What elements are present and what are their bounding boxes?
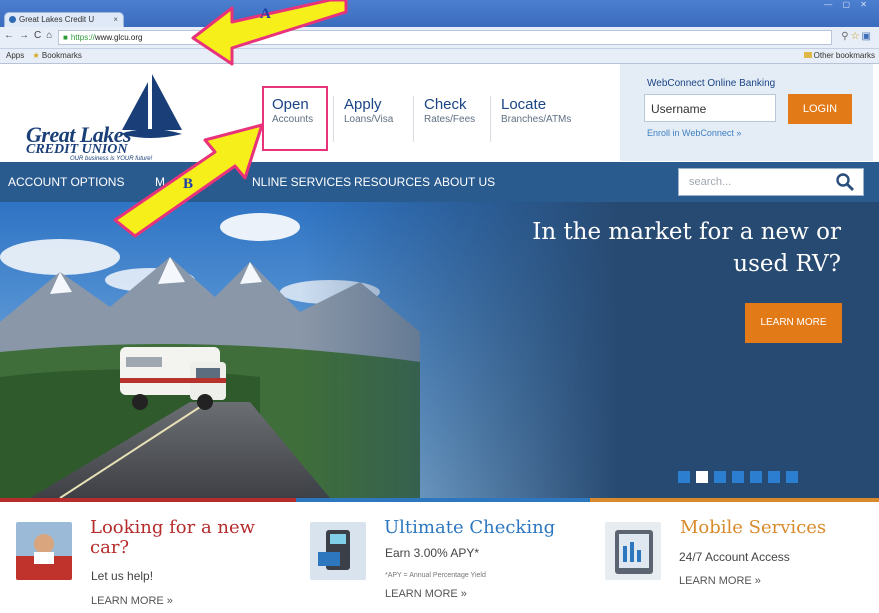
annotation-label-a: A: [260, 6, 271, 22]
annotation-overlay: A B: [113, 0, 348, 238]
annotation-label-b: B: [183, 176, 193, 192]
